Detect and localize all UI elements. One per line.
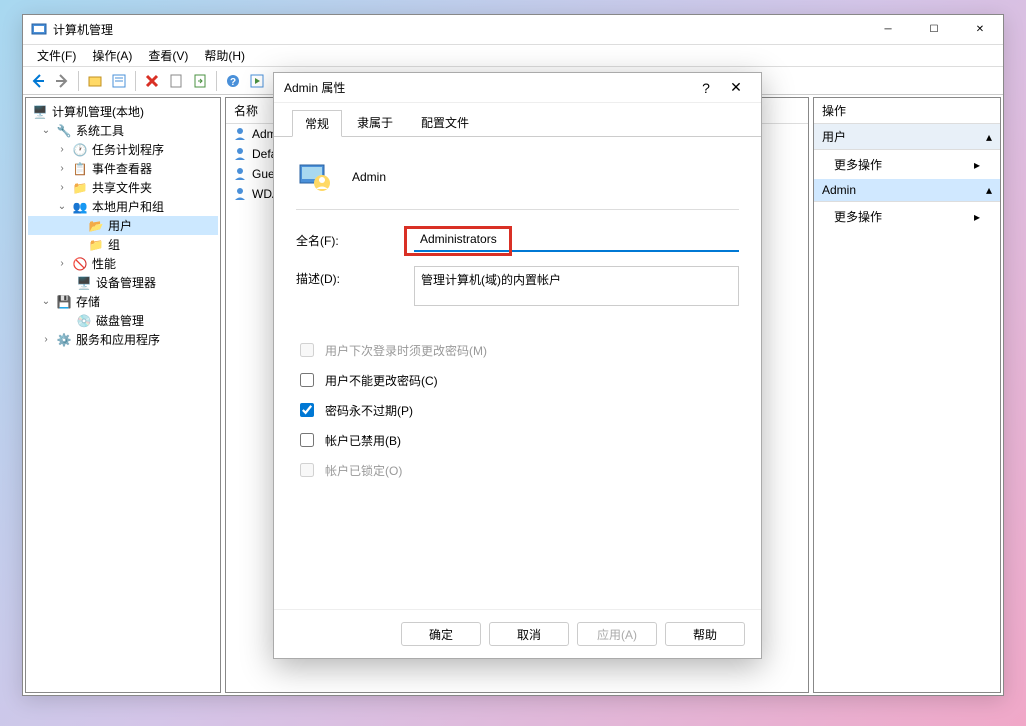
dialog-buttons: 确定 取消 应用(A) 帮助 xyxy=(274,609,761,658)
dialog-body: Admin 全名(F): 描述(D): 管理计算机(域)的内置帐户 用户下次登录… xyxy=(274,137,761,609)
menu-help[interactable]: 帮助(H) xyxy=(196,45,253,66)
actions-panel: 操作 用户▴ 更多操作▸ Admin▴ 更多操作▸ xyxy=(813,97,1001,693)
properties-dialog: Admin 属性 ? ✕ 常规 隶属于 配置文件 Admin 全名(F): 描述… xyxy=(273,72,762,659)
chevron-right-icon: ▸ xyxy=(974,158,980,172)
collapse-icon: ▴ xyxy=(986,183,992,197)
cb-disabled-row[interactable]: 帐户已禁用(B) xyxy=(296,430,739,450)
dialog-titlebar: Admin 属性 ? ✕ xyxy=(274,73,761,103)
tab-general[interactable]: 常规 xyxy=(292,110,342,137)
back-button[interactable] xyxy=(27,70,49,92)
actions-more-2[interactable]: 更多操作▸ xyxy=(814,202,1000,231)
close-button[interactable]: ✕ xyxy=(957,15,1003,45)
ok-button[interactable]: 确定 xyxy=(401,622,481,646)
description-row: 描述(D): 管理计算机(域)的内置帐户 xyxy=(296,266,739,306)
cb-cannot-change[interactable] xyxy=(300,373,314,387)
menu-file[interactable]: 文件(F) xyxy=(29,45,84,66)
cb-locked xyxy=(300,463,314,477)
tree-event-viewer[interactable]: ›📋事件查看器 xyxy=(28,159,218,178)
app-icon xyxy=(31,22,47,38)
titlebar: 计算机管理 ─ ☐ ✕ xyxy=(23,15,1003,45)
dialog-help-button[interactable]: ? xyxy=(691,80,721,96)
tree-panel: 🖥️计算机管理(本地) ⌄🔧系统工具 ›🕐任务计划程序 ›📋事件查看器 ›📁共享… xyxy=(25,97,221,693)
fullname-row: 全名(F): xyxy=(296,228,739,252)
run-button[interactable] xyxy=(246,70,268,92)
dialog-close-button[interactable]: ✕ xyxy=(721,79,751,96)
help-button[interactable]: 帮助 xyxy=(665,622,745,646)
tree-system-tools[interactable]: ⌄🔧系统工具 xyxy=(28,121,218,140)
collapse-icon: ▴ xyxy=(986,130,992,144)
user-header: Admin xyxy=(296,153,739,210)
cb-disabled[interactable] xyxy=(300,433,314,447)
tab-memberof[interactable]: 隶属于 xyxy=(344,109,406,136)
forward-button[interactable] xyxy=(51,70,73,92)
actions-users-section[interactable]: 用户▴ xyxy=(814,124,1000,150)
minimize-button[interactable]: ─ xyxy=(865,15,911,45)
cb-cannot-change-row[interactable]: 用户不能更改密码(C) xyxy=(296,370,739,390)
description-input[interactable]: 管理计算机(域)的内置帐户 xyxy=(414,266,739,306)
apply-button[interactable]: 应用(A) xyxy=(577,622,657,646)
chevron-right-icon: ▸ xyxy=(974,210,980,224)
cancel-button[interactable]: 取消 xyxy=(489,622,569,646)
tree-local-users[interactable]: ⌄👥本地用户和组 xyxy=(28,197,218,216)
actions-header: 操作 xyxy=(814,98,1000,124)
cb-never-expire-row[interactable]: 密码永不过期(P) xyxy=(296,400,739,420)
menubar: 文件(F) 操作(A) 查看(V) 帮助(H) xyxy=(23,45,1003,67)
actions-more-1[interactable]: 更多操作▸ xyxy=(814,150,1000,179)
svg-text:?: ? xyxy=(230,77,236,88)
cb-change-pwd-row: 用户下次登录时须更改密码(M) xyxy=(296,340,739,360)
tree-disk-management[interactable]: 💿磁盘管理 xyxy=(28,311,218,330)
menu-view[interactable]: 查看(V) xyxy=(140,45,196,66)
user-icon xyxy=(296,159,332,195)
tree-groups[interactable]: 📁组 xyxy=(28,235,218,254)
tree-shared-folders[interactable]: ›📁共享文件夹 xyxy=(28,178,218,197)
help-button[interactable]: ? xyxy=(222,70,244,92)
tab-profile[interactable]: 配置文件 xyxy=(408,109,482,136)
dialog-title: Admin 属性 xyxy=(284,79,691,96)
username-label: Admin xyxy=(352,170,386,184)
cb-never-expire[interactable] xyxy=(300,403,314,417)
window-title: 计算机管理 xyxy=(53,21,865,38)
fullname-label: 全名(F): xyxy=(296,228,414,249)
tree-task-scheduler[interactable]: ›🕐任务计划程序 xyxy=(28,140,218,159)
cb-locked-row: 帐户已锁定(O) xyxy=(296,460,739,480)
description-label: 描述(D): xyxy=(296,266,414,287)
refresh-button[interactable] xyxy=(165,70,187,92)
tree-storage[interactable]: ⌄💾存储 xyxy=(28,292,218,311)
tree-performance[interactable]: ›🚫性能 xyxy=(28,254,218,273)
tree-users[interactable]: 📂用户 xyxy=(28,216,218,235)
tree-device-manager[interactable]: 🖥️设备管理器 xyxy=(28,273,218,292)
maximize-button[interactable]: ☐ xyxy=(911,15,957,45)
up-button[interactable] xyxy=(84,70,106,92)
fullname-input[interactable] xyxy=(414,228,739,252)
tree-root[interactable]: 🖥️计算机管理(本地) xyxy=(28,102,218,121)
actions-admin-section[interactable]: Admin▴ xyxy=(814,179,1000,202)
tree-services[interactable]: ›⚙️服务和应用程序 xyxy=(28,330,218,349)
properties-button[interactable] xyxy=(108,70,130,92)
dialog-tabs: 常规 隶属于 配置文件 xyxy=(274,103,761,137)
delete-button[interactable] xyxy=(141,70,163,92)
menu-action[interactable]: 操作(A) xyxy=(84,45,140,66)
export-button[interactable] xyxy=(189,70,211,92)
cb-change-pwd xyxy=(300,343,314,357)
